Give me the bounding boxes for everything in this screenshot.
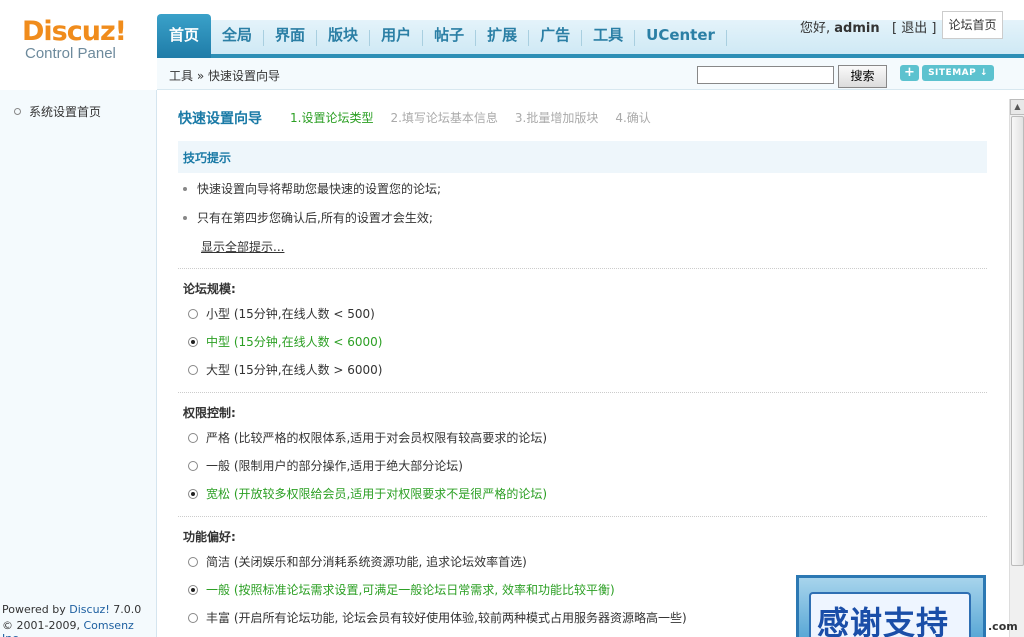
radio-button[interactable] (188, 584, 198, 595)
sidebar-item-system-settings[interactable]: 系统设置首页 (14, 103, 101, 120)
wizard-step-4: 4.确认 (615, 111, 651, 125)
tab-interface[interactable]: 界面 (264, 14, 316, 54)
user-info: 您好, admin [ 退出 ] (800, 17, 936, 36)
scroll-thumb[interactable] (1011, 116, 1024, 566)
option-perm-normal[interactable]: 一般 (限制用户的部分操作,适用于绝大部分论坛) (188, 457, 463, 474)
option-feature-simple[interactable]: 简洁 (关闭娱乐和部分消耗系统资源功能, 追求论坛效率首选) (188, 553, 527, 570)
tip-text: 快速设置向导将帮助您最快速的设置您的论坛; (197, 182, 442, 196)
option-label: 丰富 (开启所有论坛功能, 论坛会员有较好使用体验,较前两种模式占用服务器资源略… (206, 611, 687, 625)
option-feature-normal[interactable]: 一般 (按照标准论坛需求设置,可满足一般论坛日常需求, 效率和功能比较平衡) (188, 581, 615, 598)
sub-toolbar: 工具 » 快速设置向导 搜索 + SITEMAP ↓ (157, 58, 1024, 90)
radio-button[interactable] (188, 336, 198, 347)
option-feature-rich[interactable]: 丰富 (开启所有论坛功能, 论坛会员有较好使用体验,较前两种模式占用服务器资源略… (188, 609, 687, 626)
powered-by-text: Powered by (2, 603, 66, 616)
bullet-icon (183, 186, 187, 191)
radio-button[interactable] (188, 488, 198, 499)
sitemap-button[interactable]: SITEMAP ↓ (922, 65, 994, 81)
tab-forums[interactable]: 版块 (317, 14, 369, 54)
tab-posts[interactable]: 帖子 (423, 14, 475, 54)
show-all-tips-link[interactable]: 显示全部提示... (201, 238, 284, 255)
tab-extensions[interactable]: 扩展 (476, 14, 528, 54)
radio-button[interactable] (188, 460, 198, 471)
option-label: 中型 (15分钟,在线人数 < 6000) (206, 335, 383, 349)
search-input[interactable] (697, 66, 834, 84)
radio-button[interactable] (188, 308, 198, 319)
option-label: 一般 (按照标准论坛需求设置,可满足一般论坛日常需求, 效率和功能比较平衡) (206, 583, 615, 597)
vertical-scrollbar[interactable]: ▲ (1009, 99, 1024, 637)
greeting-text: 您好, (800, 21, 831, 36)
tab-users[interactable]: 用户 (370, 14, 422, 54)
option-scale-medium[interactable]: 中型 (15分钟,在线人数 < 6000) (188, 333, 383, 350)
divider (178, 268, 987, 269)
nav-separator (725, 30, 727, 46)
wizard-step-2: 2.填写论坛基本信息 (390, 111, 498, 125)
tip-text: 只有在第四步您确认后,所有的设置才会生效; (197, 211, 433, 225)
radio-button[interactable] (188, 556, 198, 567)
circle-bullet-icon (14, 108, 21, 115)
banner-text: 感谢支持 (817, 604, 950, 637)
tab-global[interactable]: 全局 (211, 14, 263, 54)
tip-item: 快速设置向导将帮助您最快速的设置您的论坛; (183, 180, 441, 197)
option-label: 宽松 (开放较多权限给会员,适用于对权限要求不是很严格的论坛) (206, 487, 547, 501)
option-perm-loose[interactable]: 宽松 (开放较多权限给会员,适用于对权限要求不是很严格的论坛) (188, 485, 547, 502)
sidebar: 系统设置首页 Powered by Discuz! 7.0.0 © 2001-2… (0, 90, 157, 637)
divider (178, 516, 987, 517)
tab-ads[interactable]: 广告 (529, 14, 581, 54)
option-label: 大型 (15分钟,在线人数 > 6000) (206, 363, 383, 377)
banner-inner: 感谢支持 (809, 592, 971, 637)
copyright-line: © 2001-2009, Comsenz Inc. (2, 619, 156, 637)
radio-button[interactable] (188, 612, 198, 623)
logo-main-text: Discuz! (22, 16, 127, 47)
radio-button[interactable] (188, 364, 198, 375)
divider (178, 392, 987, 393)
group-title-scale: 论坛规模: (183, 282, 236, 296)
option-scale-small[interactable]: 小型 (15分钟,在线人数 < 500) (188, 305, 375, 322)
tab-home[interactable]: 首页 (157, 14, 212, 58)
version-text: 7.0.0 (113, 603, 142, 616)
bullet-icon (183, 215, 187, 220)
username: admin (834, 21, 880, 36)
option-label: 简洁 (关闭娱乐和部分消耗系统资源功能, 追求论坛效率首选) (206, 555, 527, 569)
sitemap-label: SITEMAP (928, 68, 977, 78)
copyright-text: © 2001-2009, (2, 619, 80, 632)
tip-item: 只有在第四步您确认后,所有的设置才会生效; (183, 209, 433, 226)
group-title-permissions: 权限控制: (183, 406, 236, 420)
tips-header: 技巧提示 (178, 141, 987, 173)
watermark-domain: .com (988, 620, 1018, 633)
page-title: 快速设置向导 (178, 111, 262, 127)
option-label: 严格 (比较严格的权限体系,适用于对会员权限有较高要求的论坛) (206, 431, 547, 445)
arrow-down-icon: ↓ (979, 68, 988, 78)
tips-title: 技巧提示 (183, 151, 232, 165)
tab-tools[interactable]: 工具 (582, 14, 634, 54)
nav-items: 首页 全局 界面 版块 用户 帖子 扩展 广告 工具 UCenter (157, 14, 727, 58)
tab-ucenter[interactable]: UCenter (635, 14, 726, 54)
logout-link[interactable]: [ 退出 ] (892, 21, 936, 36)
search-button[interactable]: 搜索 (838, 65, 887, 88)
header: Discuz! Control Panel 首页 全局 界面 版块 用户 帖子 … (0, 0, 1024, 90)
radio-button[interactable] (188, 432, 198, 443)
thanks-banner: 感谢支持 (796, 575, 986, 637)
wizard-step-3: 3.批量增加版块 (514, 111, 599, 125)
add-shortcut-button[interactable]: + (900, 65, 919, 81)
logo-sub-text: Control Panel (25, 45, 116, 62)
powered-by-line: Powered by Discuz! 7.0.0 (2, 603, 141, 616)
option-perm-strict[interactable]: 严格 (比较严格的权限体系,适用于对会员权限有较高要求的论坛) (188, 429, 547, 446)
main-content: 快速设置向导 1.设置论坛类型 2.填写论坛基本信息 3.批量增加版块 4.确认… (158, 91, 1009, 637)
option-label: 小型 (15分钟,在线人数 < 500) (206, 307, 375, 321)
discuz-logo[interactable]: Discuz! Control Panel (22, 16, 142, 70)
scroll-up-arrow-icon[interactable]: ▲ (1010, 99, 1024, 115)
wizard-step-1: 1.设置论坛类型 (290, 111, 374, 125)
sidebar-item-label: 系统设置首页 (29, 105, 102, 119)
product-link[interactable]: Discuz! (69, 603, 109, 616)
wizard-steps: 1.设置论坛类型 2.填写论坛基本信息 3.批量增加版块 4.确认 (290, 109, 668, 126)
forum-home-button[interactable]: 论坛首页 (942, 11, 1003, 39)
option-label: 一般 (限制用户的部分操作,适用于绝大部分论坛) (206, 459, 463, 473)
group-title-features: 功能偏好: (183, 530, 236, 544)
breadcrumb: 工具 » 快速设置向导 (169, 69, 280, 83)
option-scale-large[interactable]: 大型 (15分钟,在线人数 > 6000) (188, 361, 383, 378)
